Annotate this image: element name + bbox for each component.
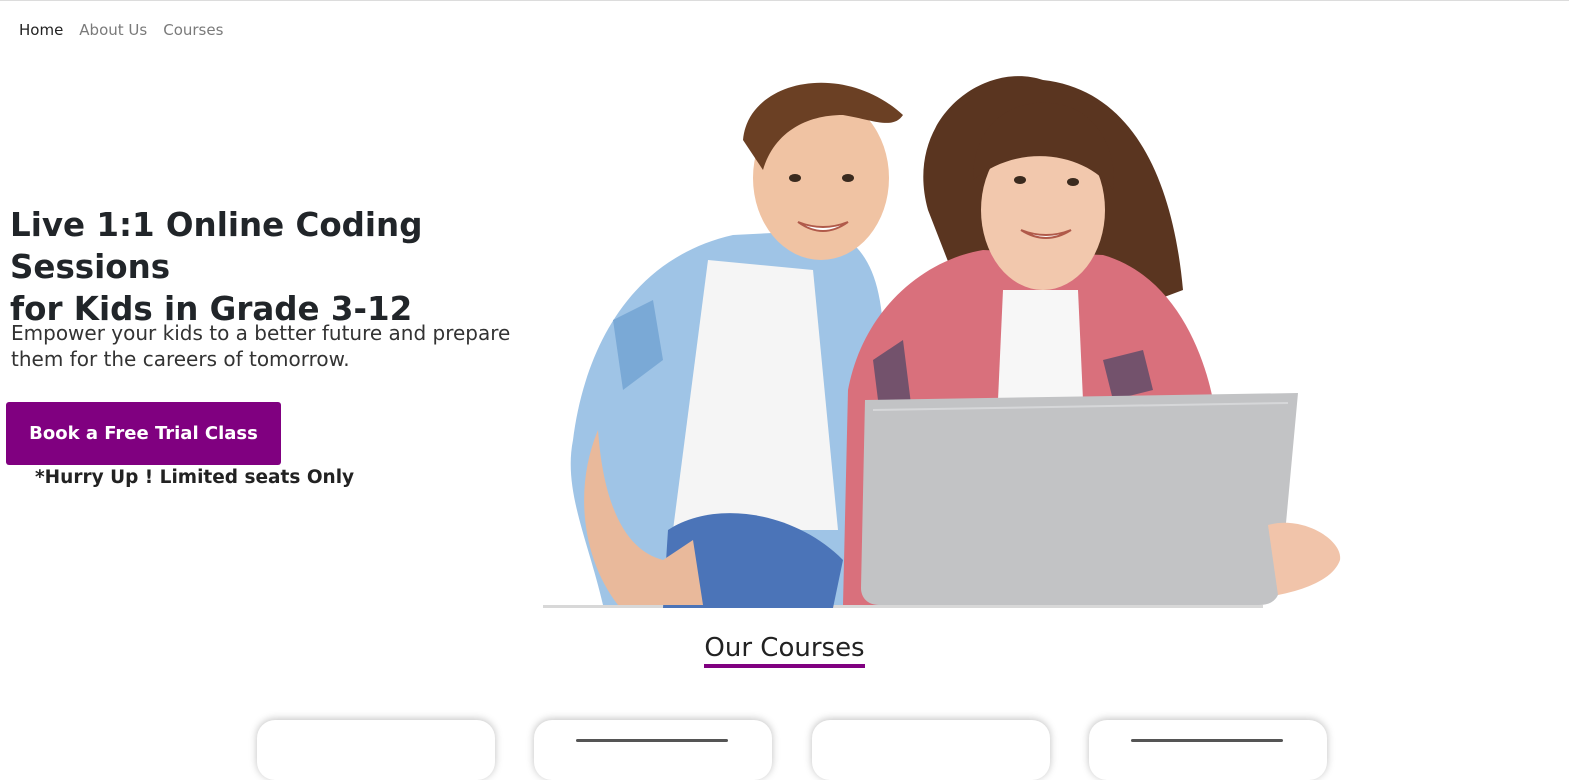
course-card[interactable]: [812, 720, 1050, 780]
hero-title: Live 1:1 Online Coding Sessions for Kids…: [10, 204, 570, 330]
hero-subtitle-line-2: them for the careers of tomorrow.: [11, 347, 350, 371]
book-free-trial-button[interactable]: Book a Free Trial Class: [6, 402, 281, 465]
limited-seats-note: *Hurry Up ! Limited seats Only: [35, 467, 355, 488]
our-courses-heading: Our Courses: [0, 632, 1569, 668]
nav-item-about-us[interactable]: About Us: [79, 21, 147, 39]
nav-item-courses[interactable]: Courses: [163, 21, 223, 39]
hero-subtitle-line-1: Empower your kids to a better future and…: [11, 321, 511, 345]
course-card[interactable]: [534, 720, 772, 780]
hero-kids-laptop-image: [543, 76, 1341, 608]
hero-title-line-1: Live 1:1 Online Coding Sessions: [10, 206, 423, 286]
top-nav: Home About Us Courses: [19, 21, 223, 39]
hero-subtitle: Empower your kids to a better future and…: [11, 320, 531, 372]
our-courses-title: Our Courses: [704, 632, 865, 668]
nav-item-home[interactable]: Home: [19, 21, 63, 39]
top-border: [0, 0, 1569, 1]
course-card[interactable]: [257, 720, 495, 780]
course-card[interactable]: [1089, 720, 1327, 780]
